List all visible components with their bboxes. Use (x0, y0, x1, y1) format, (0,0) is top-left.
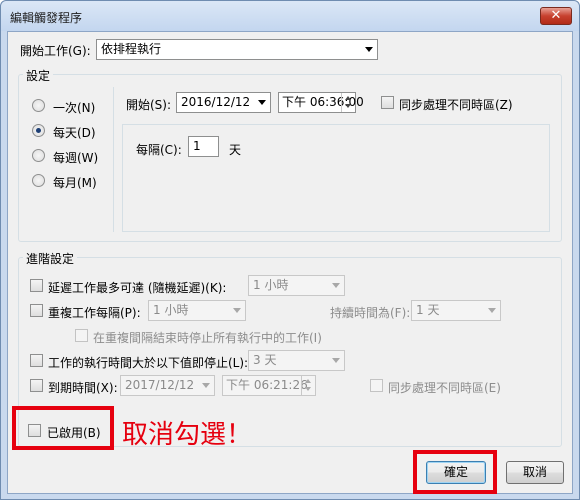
stop-at-end-label: 在重複間隔結束時停止所有執行中的工作(I) (93, 331, 322, 345)
title-bar: 編輯觸發程序 ✕ (1, 1, 579, 31)
advanced-group-label: 進階設定 (23, 250, 78, 267)
recur-label: 每隔(C): (136, 143, 182, 157)
radio-monthly[interactable] (32, 174, 45, 187)
dialog-window: 編輯觸發程序 ✕ 開始工作(G): 依排程執行 設定 一次(N) 每天(D) 每… (0, 0, 580, 500)
stop-longer-value: 3 天 (253, 353, 277, 367)
chevron-down-icon (233, 308, 241, 313)
expire-label: 到期時間(X): (48, 381, 118, 395)
spinner-arrows[interactable] (301, 376, 315, 395)
expire-time-value: 下午 06:21:26 (226, 378, 308, 392)
chevron-down-icon (332, 358, 340, 363)
delay-value: 1 小時 (253, 278, 289, 292)
expire-sync-checkbox[interactable] (370, 379, 383, 392)
settings-group-label: 設定 (23, 67, 54, 84)
spin-up-icon (305, 379, 311, 383)
duration-value: 1 天 (416, 303, 440, 317)
begin-task-value: 依排程執行 (101, 42, 162, 56)
expire-sync-label: 同步處理不同時區(E) (388, 381, 501, 395)
duration-select[interactable]: 1 天 (411, 300, 501, 321)
stop-longer-label: 工作的執行時間大於以下值即停止(L): (48, 356, 249, 370)
delay-checkbox[interactable] (30, 279, 43, 292)
recur-unit: 天 (229, 143, 242, 157)
repeat-value: 1 小時 (153, 303, 189, 317)
cancel-button[interactable]: 取消 (506, 461, 564, 484)
expire-date-value: 2017/12/12 (125, 378, 195, 392)
stop-longer-checkbox[interactable] (30, 354, 43, 367)
delay-label: 延遲工作最多可達 (隨機延遲)(K): (48, 281, 227, 295)
sync-timezone-label: 同步處理不同時區(Z) (399, 98, 513, 112)
chevron-down-icon (488, 308, 496, 313)
begin-task-select[interactable]: 依排程執行 (96, 39, 378, 60)
stop-longer-select[interactable]: 3 天 (248, 350, 345, 371)
dialog-body: 開始工作(G): 依排程執行 設定 一次(N) 每天(D) 每週(W) 每月(M… (7, 31, 573, 494)
start-label: 開始(S): (126, 98, 172, 112)
start-date-value: 2016/12/12 (181, 95, 251, 109)
chevron-down-icon (332, 283, 340, 288)
window-title: 編輯觸發程序 (10, 11, 83, 25)
repeat-label: 重複工作每隔(P): (48, 306, 141, 320)
spinner-arrows[interactable] (341, 93, 355, 112)
expire-checkbox[interactable] (30, 379, 43, 392)
enabled-checkbox[interactable] (28, 424, 41, 437)
radio-once[interactable] (32, 99, 45, 112)
close-button[interactable]: ✕ (540, 7, 572, 25)
chevron-down-icon (365, 47, 373, 52)
sync-timezone-checkbox[interactable] (381, 96, 394, 109)
repeat-select[interactable]: 1 小時 (148, 300, 246, 321)
begin-task-label: 開始工作(G): (20, 44, 91, 58)
radio-daily[interactable] (32, 124, 45, 137)
spin-down-icon (345, 104, 351, 108)
radio-weekly-label: 每週(W) (53, 151, 99, 165)
start-time-spinner[interactable]: 下午 06:36:00 (278, 92, 364, 113)
expire-time-spinner[interactable]: 下午 06:21:26 (222, 375, 316, 396)
spin-down-icon (305, 387, 311, 391)
delay-select[interactable]: 1 小時 (248, 275, 345, 296)
stop-at-end-checkbox[interactable] (75, 329, 88, 342)
radio-weekly[interactable] (32, 149, 45, 162)
radio-monthly-label: 每月(M) (53, 176, 97, 190)
duration-label: 持續時間為(F): (330, 306, 411, 320)
ok-button[interactable]: 確定 (426, 461, 486, 484)
repeat-checkbox[interactable] (30, 304, 43, 317)
chevron-down-icon (202, 383, 210, 388)
chevron-down-icon (258, 100, 266, 105)
recur-input[interactable]: 1 (188, 136, 219, 157)
expire-date-picker[interactable]: 2017/12/12 (120, 375, 215, 396)
annotation-text: 取消勾選！ (122, 420, 253, 450)
spin-up-icon (345, 96, 351, 100)
start-date-picker[interactable]: 2016/12/12 (176, 92, 271, 113)
radio-daily-label: 每天(D) (53, 126, 96, 140)
recurrence-panel (122, 124, 550, 232)
recur-value: 1 (193, 139, 201, 153)
close-icon: ✕ (550, 8, 562, 23)
settings-divider (113, 87, 114, 232)
radio-once-label: 一次(N) (53, 101, 96, 115)
enabled-label: 已啟用(B) (47, 426, 101, 440)
